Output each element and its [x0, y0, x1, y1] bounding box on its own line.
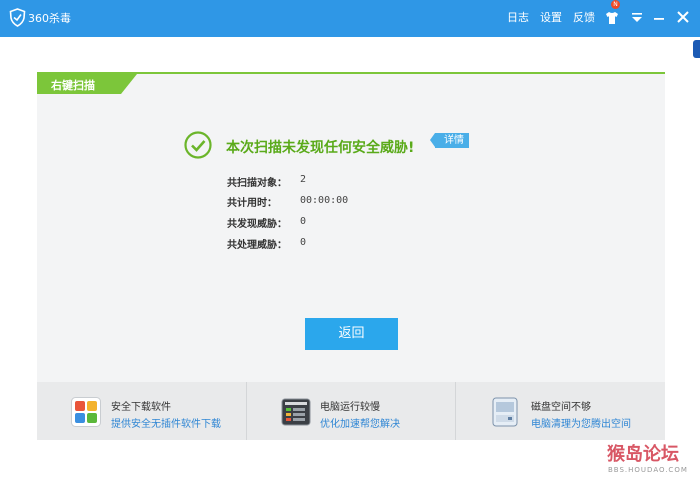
- notification-badge: N: [611, 0, 620, 9]
- stat-label-time: 共计用时：: [227, 198, 277, 209]
- stat-value-handled: 0: [300, 237, 307, 248]
- tip-link-disk[interactable]: 电脑清理为您腾出空间: [531, 415, 631, 430]
- tips-divider: [246, 382, 247, 440]
- side-float-tab[interactable]: [693, 40, 700, 58]
- title-bar: [0, 0, 700, 37]
- result-title: 本次扫描未发现任何安全威胁!: [226, 140, 415, 156]
- watermark-url: BBS.HOUDAO.COM: [608, 466, 688, 474]
- tip-link-download[interactable]: 提供安全无插件软件下载: [111, 415, 221, 430]
- tip-title-download: 安全下载软件: [111, 402, 171, 413]
- log-link[interactable]: 日志: [507, 9, 529, 25]
- details-link[interactable]: 详情: [430, 133, 469, 148]
- tab-label: 右键扫描: [51, 79, 95, 92]
- software-grid-icon[interactable]: [71, 397, 101, 427]
- skin-shirt-icon[interactable]: [604, 10, 620, 26]
- feedback-link[interactable]: 反馈: [573, 9, 595, 25]
- disk-cleanup-icon[interactable]: [490, 397, 520, 427]
- app-title: 360杀毒: [28, 12, 71, 25]
- close-icon[interactable]: [675, 9, 691, 25]
- shield-logo-icon: [9, 8, 26, 27]
- stat-label-scanned: 共扫描对象：: [227, 178, 287, 189]
- tip-title-disk: 磁盘空间不够: [531, 402, 591, 413]
- watermark-logo: 猴岛论坛: [607, 444, 679, 465]
- minimize-icon[interactable]: [651, 9, 667, 25]
- tip-title-slow: 电脑运行较慢: [320, 402, 380, 413]
- tip-link-slow[interactable]: 优化加速帮您解决: [320, 415, 400, 430]
- stat-label-found: 共发现威胁：: [227, 219, 287, 230]
- tips-divider: [455, 382, 456, 440]
- stat-value-time: 00:00:00: [300, 195, 349, 206]
- success-check-icon: [184, 131, 212, 159]
- stat-label-handled: 共处理威胁：: [227, 240, 287, 251]
- stat-value-found: 0: [300, 216, 307, 227]
- speedup-icon[interactable]: [281, 397, 311, 427]
- stat-value-scanned: 2: [300, 174, 307, 185]
- settings-link[interactable]: 设置: [540, 9, 562, 25]
- back-button[interactable]: 返回: [305, 318, 398, 350]
- menu-dropdown-icon[interactable]: [629, 9, 645, 25]
